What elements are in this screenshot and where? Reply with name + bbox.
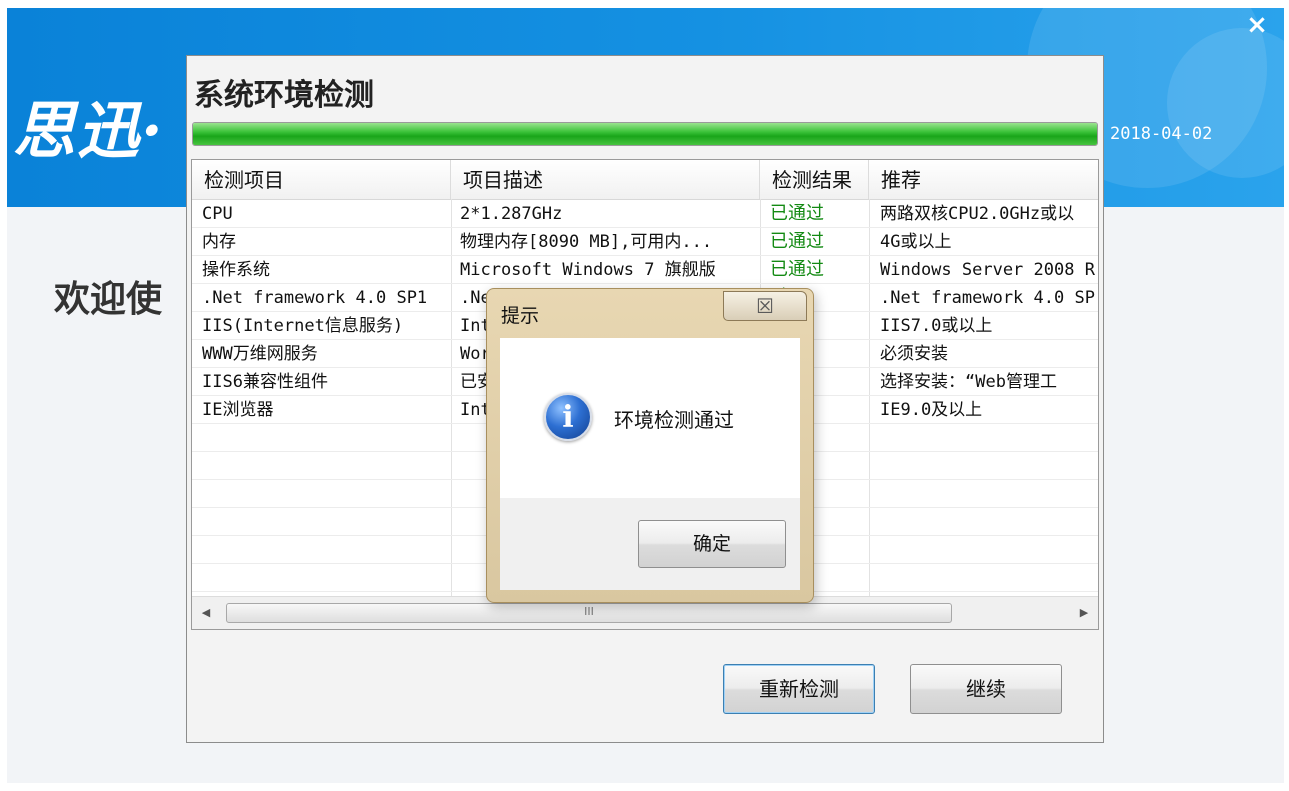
continue-button[interactable]: 继续: [910, 664, 1062, 714]
cell-recommend: IE9.0及以上: [880, 400, 983, 420]
message-text: 环境检测通过: [614, 408, 734, 432]
cell-recommend: 必须安装: [880, 344, 948, 364]
column-header-description[interactable]: 项目描述: [451, 160, 760, 199]
message-box-body: i 环境检测通过: [500, 338, 800, 498]
cell-recommend: 4G或以上: [880, 232, 952, 252]
cell-recommend: 选择安装：“Web管理工: [880, 372, 1057, 392]
release-date: 2018-04-02: [1110, 124, 1213, 144]
cell-description: 2*1.287GHz: [460, 204, 563, 224]
progress-bar: [192, 122, 1098, 146]
cell-recommend: IIS7.0或以上: [880, 316, 993, 336]
message-box: 提示 ☒ i 环境检测通过 确定: [486, 288, 814, 603]
cell-item: IIS6兼容性组件: [202, 372, 328, 392]
brand-logo: 思迅·: [13, 94, 165, 167]
cell-item: .Net framework 4.0 SP1: [202, 288, 428, 308]
scroll-grip: III: [584, 605, 594, 618]
cell-result: 已通过: [770, 203, 824, 224]
column-header-item[interactable]: 检测项目: [192, 160, 451, 199]
cell-recommend: Windows Server 2008 R: [880, 260, 1095, 280]
welcome-heading: 欢迎使: [54, 279, 163, 320]
column-divider: [869, 199, 870, 596]
cell-description: Microsoft Windows 7 旗舰版: [460, 260, 716, 280]
cell-item: IIS(Internet信息服务): [202, 316, 404, 336]
cell-description: 物理内存[8090 MB],可用内...: [460, 232, 713, 252]
scroll-left-icon[interactable]: ◀: [194, 597, 218, 629]
dialog-title: 系统环境检测: [194, 78, 374, 113]
table-header: 检测项目 项目描述 检测结果 推荐: [192, 160, 1098, 200]
cell-item: 操作系统: [202, 260, 270, 280]
cell-item: WWW万维网服务: [202, 344, 318, 364]
close-icon[interactable]: ☒: [723, 291, 807, 321]
message-box-footer: 确定: [500, 498, 800, 590]
cell-item: CPU: [202, 204, 233, 224]
progress-fill: [193, 123, 1097, 145]
scroll-right-icon[interactable]: ▶: [1072, 597, 1096, 629]
info-icon: i: [544, 393, 592, 441]
cell-result: 已通过: [770, 231, 824, 252]
column-header-result[interactable]: 检测结果: [760, 160, 869, 199]
close-icon[interactable]: ×: [1244, 12, 1270, 38]
cell-item: IE浏览器: [202, 400, 274, 420]
ok-button[interactable]: 确定: [638, 520, 786, 568]
cell-result: 已通过: [770, 259, 824, 280]
column-divider: [451, 199, 452, 596]
column-header-recommend[interactable]: 推荐: [869, 160, 1098, 199]
cell-recommend: .Net framework 4.0 SP: [880, 288, 1095, 308]
message-box-title: 提示: [501, 305, 540, 327]
cell-recommend: 两路双核CPU2.0GHz或以: [880, 204, 1075, 224]
cell-item: 内存: [202, 232, 236, 252]
recheck-button[interactable]: 重新检测: [723, 664, 875, 714]
scroll-thumb[interactable]: III: [226, 603, 952, 623]
